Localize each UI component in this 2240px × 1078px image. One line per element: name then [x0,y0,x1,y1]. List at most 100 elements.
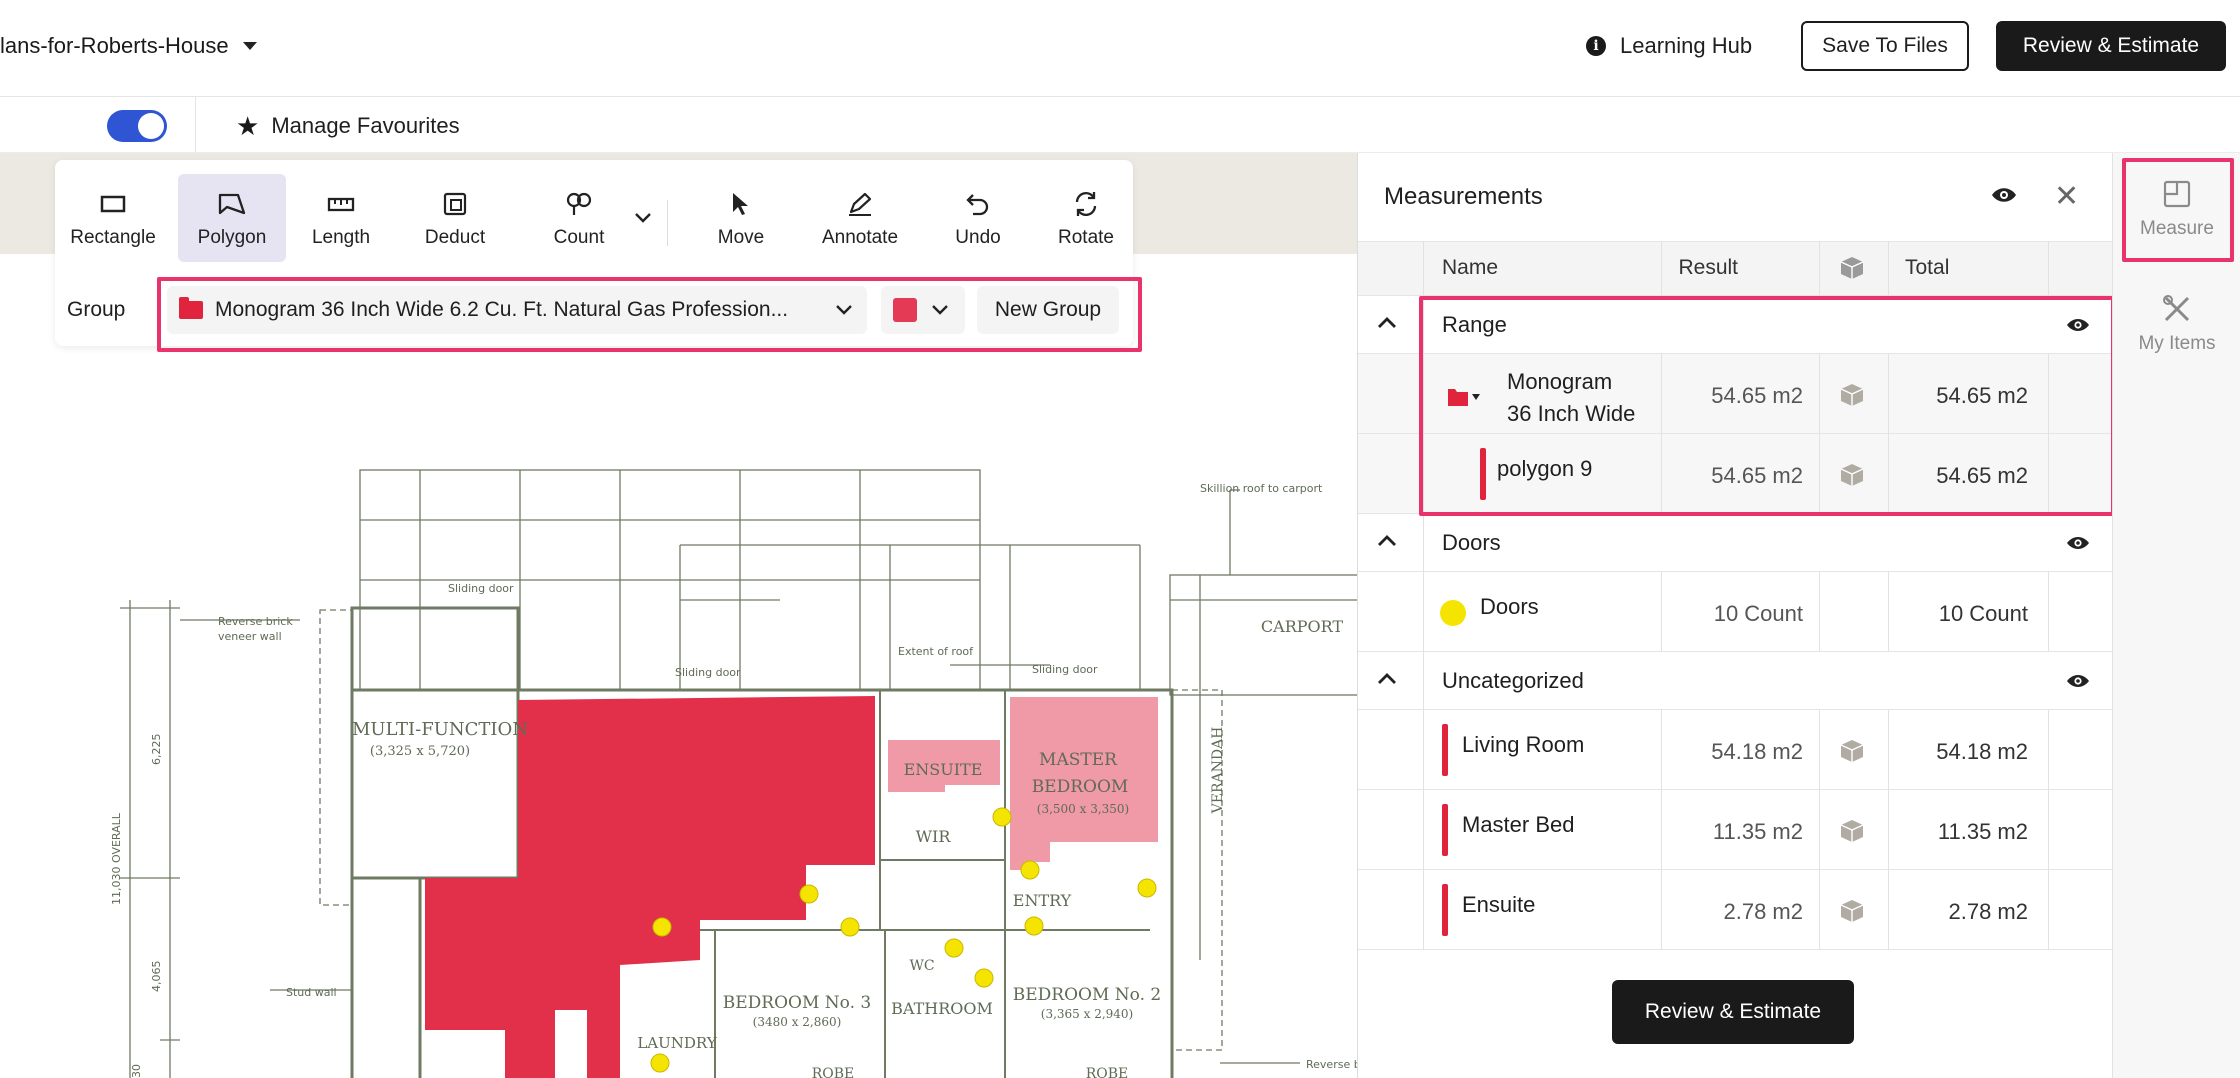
star-icon: ★ [236,110,260,141]
learning-hub-link[interactable]: i Learning Hub [1586,26,1752,66]
group-name: Uncategorized [1442,668,1584,693]
door-marker[interactable] [650,1053,670,1073]
tool-undo[interactable]: Undo [933,174,1023,262]
tool-deduct[interactable]: Deduct [407,174,503,262]
door-marker[interactable] [799,884,819,904]
measurement-row[interactable]: Ensuite 2.78 m2 2.78 m2 [1358,870,2113,950]
column-divider [2048,572,2049,652]
count-more-dropdown[interactable] [627,174,659,262]
manage-favourites-button[interactable]: ★ Manage Favourites [236,109,460,143]
review-estimate-panel-button[interactable]: Review & Estimate [1612,980,1854,1044]
item-name: Living Room [1462,732,1585,757]
door-marker[interactable] [992,807,1012,827]
door-marker[interactable] [1137,878,1157,898]
tool-label: Undo [955,227,1001,248]
group-highlight-frame [157,277,1142,352]
tool-annotate[interactable]: Annotate [805,174,915,262]
item-name: Ensuite [1462,892,1536,917]
cube-icon[interactable] [1838,897,1866,925]
toggle-knob [138,113,164,139]
door-marker[interactable] [1020,860,1040,880]
chevron-up-icon[interactable] [1376,532,1398,548]
group-row-doors[interactable]: Doors [1358,514,2113,572]
chevron-down-icon [635,213,651,223]
group-row-uncategorized[interactable]: Uncategorized [1358,652,2113,710]
plan-label: (3,500 x 3,350) [1037,802,1129,816]
plan-label: VERANDAH [1210,727,1226,815]
learning-hub-label: Learning Hub [1620,33,1753,58]
undo-icon [965,187,991,221]
rail-my-items[interactable]: My Items [2113,293,2240,355]
tool-length[interactable]: Length [293,174,389,262]
eye-icon[interactable] [2065,534,2091,552]
column-total: Total [1905,256,1950,279]
plan-note: 11,030 OVERALL [110,812,123,905]
review-estimate-button[interactable]: Review & Estimate [1996,21,2226,71]
tool-polygon[interactable]: Polygon [178,174,286,262]
item-name: Doors [1480,594,1539,619]
plan-label: (3,365 x 2,940) [1041,1007,1133,1021]
tool-label: Rectangle [70,227,156,248]
plan-label: BEDROOM [1032,777,1129,797]
item-name: Master Bed [1462,812,1575,837]
column-divider [1819,572,1820,652]
pen-icon [846,187,874,221]
item-total: 11.35 m2 [1937,819,2028,844]
group-label: Group [67,298,126,321]
measurement-row[interactable]: Doors 10 Count 10 Count [1358,572,2113,652]
door-marker[interactable] [974,968,994,988]
close-icon[interactable]: ✕ [2054,179,2079,214]
range-highlight-frame [1419,296,2115,516]
column-divider [1819,241,1820,296]
plan-note: Stud wall [286,986,337,999]
cube-icon[interactable] [1838,817,1866,845]
save-to-files-button[interactable]: Save To Files [1801,21,1969,71]
tool-rectangle[interactable]: Rectangle [63,174,163,262]
sub-bar: ★ Manage Favourites [0,97,2240,153]
column-divider [1819,710,1820,950]
color-bar [1442,884,1448,936]
tool-count[interactable]: Count [531,174,627,262]
plan-label: LAUNDRY [637,1034,717,1052]
door-marker[interactable] [944,938,964,958]
plan-note: Reverse b [1306,1058,1357,1071]
view-toggle[interactable] [107,110,167,142]
tool-label: Count [553,227,605,248]
plan-note: Sliding door [448,582,514,595]
door-marker[interactable] [1024,916,1044,936]
plan-label: CARPORT [1261,617,1343,636]
item-total: 2.78 m2 [1948,899,2029,924]
tool-label: Move [717,227,765,248]
tool-rotate[interactable]: Rotate [1043,174,1129,262]
plan-label: (3,325 x 5,720) [370,744,470,759]
top-bar: lans-for-Roberts-House i Learning Hub Sa… [0,0,2240,97]
eye-icon[interactable] [2065,672,2091,690]
cube-icon[interactable] [1838,737,1866,765]
count-dot [1440,600,1466,626]
color-bar [1442,804,1448,856]
rectangle-icon [100,187,126,221]
plan-label: ENTRY [1013,891,1072,910]
door-marker[interactable] [652,917,672,937]
measurement-row[interactable]: Master Bed 11.35 m2 11.35 m2 [1358,790,2113,870]
plan-note: Reverse brick [218,615,293,628]
plan-label: MULTI-FUNCTION [352,719,528,740]
door-marker[interactable] [840,917,860,937]
eye-icon[interactable] [1990,185,2018,210]
plan-label: WIR [916,827,952,846]
chevron-up-icon[interactable] [1376,670,1398,686]
toolbar-divider [667,200,668,246]
plan-label: BATHROOM [891,999,993,1018]
color-bar [1442,724,1448,776]
tool-label: Annotate [821,227,899,248]
plan-label: ENSUITE [904,760,983,779]
column-divider [2048,241,2049,296]
column-divider [1888,710,1889,950]
plan-note: Sliding door [1032,663,1098,676]
measurement-row[interactable]: Living Room 54.18 m2 54.18 m2 [1358,710,2113,790]
chevron-up-icon[interactable] [1376,314,1398,330]
column-divider [1661,710,1662,950]
document-title-dropdown[interactable]: lans-for-Roberts-House [0,28,257,64]
tool-move[interactable]: Move [693,174,789,262]
rotate-icon [1072,187,1100,221]
